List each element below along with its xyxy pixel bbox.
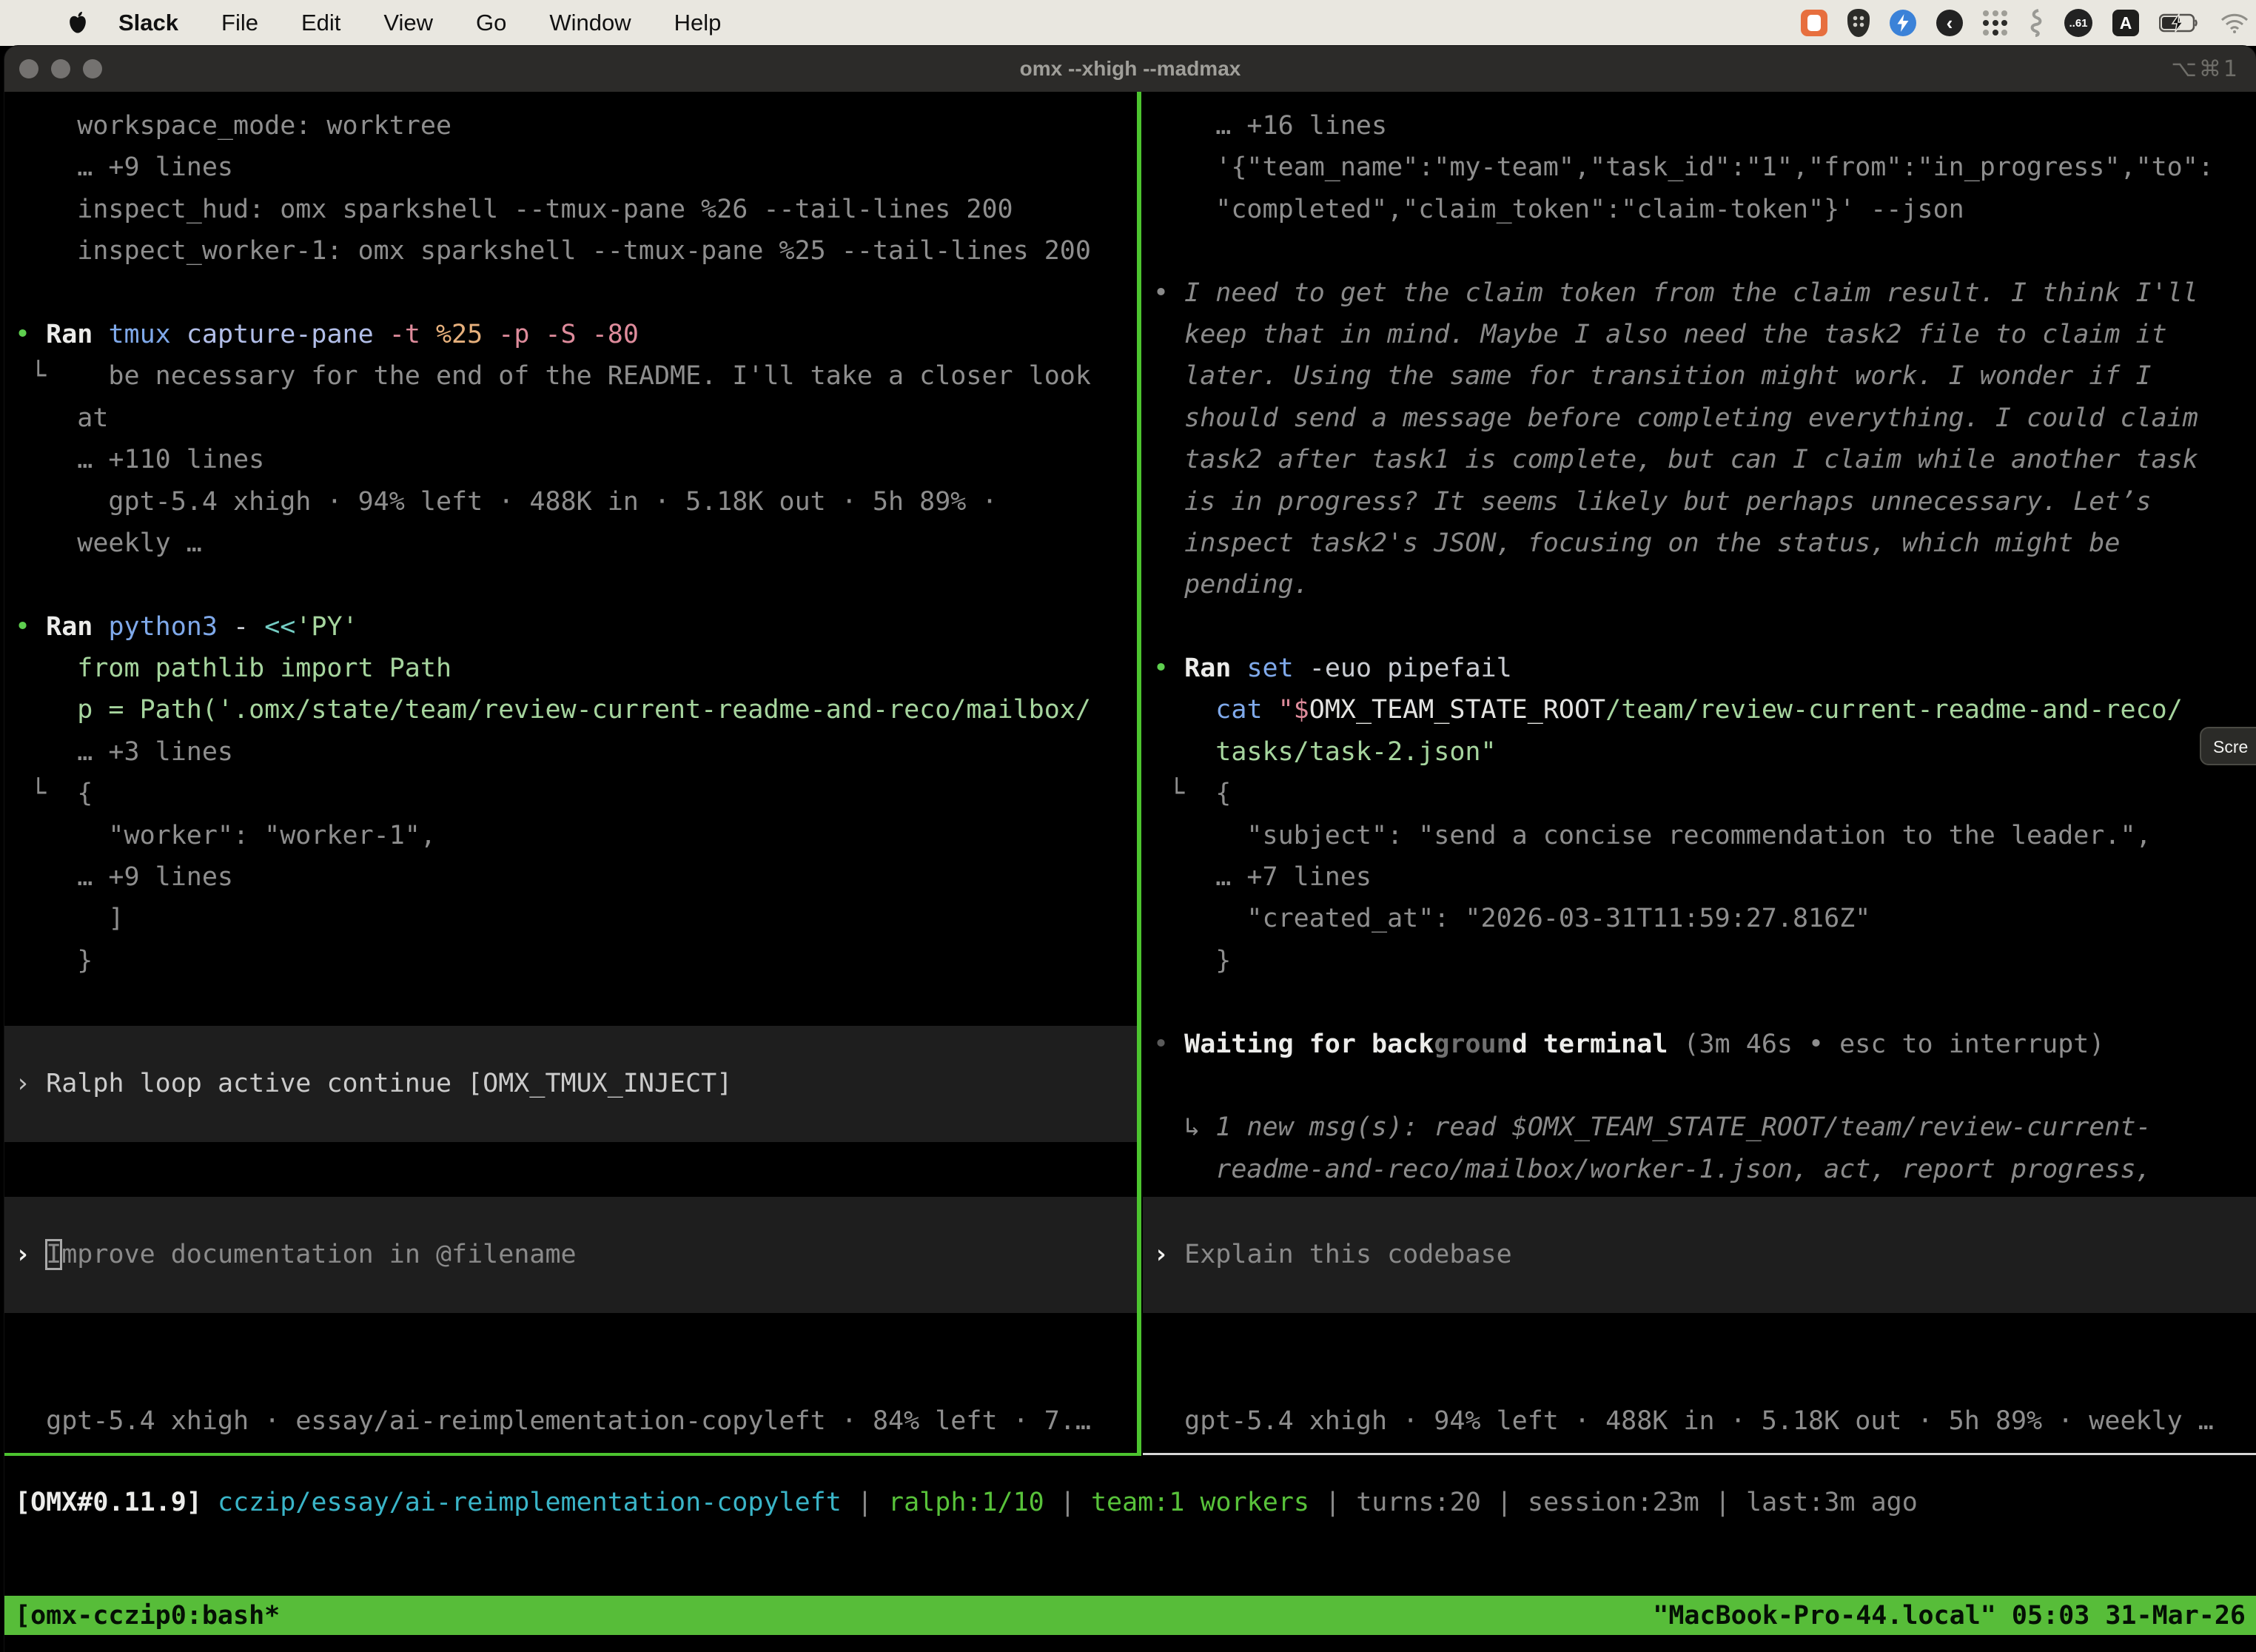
ralph-loop-banner: › Ralph loop active continue [OMX_TMUX_I… xyxy=(4,1026,1137,1142)
right-pane-output: … +16 lines '{"team_name":"my-team","tas… xyxy=(1143,105,2256,1274)
menu-go[interactable]: Go xyxy=(476,10,506,36)
timer-61-icon[interactable]: ..61 xyxy=(2064,9,2092,37)
input-source-a-icon[interactable]: A xyxy=(2112,10,2139,36)
menu-help[interactable]: Help xyxy=(674,10,722,36)
menu-edit[interactable]: Edit xyxy=(301,10,340,36)
screen-tooltip: Scre xyxy=(2200,727,2256,765)
hook-icon[interactable] xyxy=(2028,9,2044,37)
menu-window[interactable]: Window xyxy=(549,10,631,36)
menu-view[interactable]: View xyxy=(383,10,433,36)
right-pane: … +16 lines '{"team_name":"my-team","tas… xyxy=(1143,92,2256,1594)
terminal-window: omx --xhigh --madmax ⌥⌘1 workspace_mode:… xyxy=(4,46,2256,1652)
menu-items: File Edit View Go Window Help xyxy=(221,10,721,36)
left-pane: workspace_mode: worktree … +9 lines insp… xyxy=(4,92,1137,1594)
left-pane-output: workspace_mode: worktree … +9 lines insp… xyxy=(4,105,1137,981)
left-pane-bottom-border xyxy=(4,1453,1141,1456)
apple-icon[interactable] xyxy=(68,11,87,35)
window-shortcut-badge: ⌥⌘1 xyxy=(2171,56,2240,82)
right-session-status: gpt-5.4 xhigh · 94% left · 488K in · 5.1… xyxy=(1143,1400,2256,1442)
pane-divider[interactable] xyxy=(1137,92,1141,1455)
tmux-status-bar: [omx-cczip0:bash* "MacBook-Pro-44.local"… xyxy=(4,1596,2256,1635)
active-app-menu[interactable]: Slack xyxy=(118,10,178,36)
menu-file[interactable]: File xyxy=(221,10,258,36)
tmux-session-label: [omx-cczip0:bash* xyxy=(15,1601,280,1631)
tmux-host-time-label: "MacBook-Pro-44.local" 05:03 31-Mar-26 xyxy=(1653,1601,2246,1631)
status-icons: ‹ ..61 A xyxy=(1801,9,2249,37)
left-session-status: gpt-5.4 xhigh · essay/ai-reimplementatio… xyxy=(4,1400,1137,1442)
terminal-content: workspace_mode: worktree … +9 lines insp… xyxy=(4,92,2256,1652)
battery-charging-icon[interactable] xyxy=(2159,13,2200,33)
right-input-band[interactable]: › Explain this codebase xyxy=(1143,1197,2256,1313)
screen-recording-icon[interactable] xyxy=(1801,10,1827,36)
window-title: omx --xhigh --madmax xyxy=(4,57,2256,81)
notification-badge-icon[interactable] xyxy=(1890,10,1916,36)
omx-status-bar: [OMX#0.11.9] cczip/essay/ai-reimplementa… xyxy=(4,1482,2256,1523)
grid-dots-icon[interactable] xyxy=(1983,10,2008,36)
wifi-icon[interactable] xyxy=(2220,13,2249,33)
shield-icon[interactable] xyxy=(1847,9,1870,37)
back-circle-icon[interactable]: ‹ xyxy=(1936,10,1963,36)
left-input-band[interactable]: › Improve documentation in @filename xyxy=(4,1197,1137,1313)
menu-bar: Slack File Edit View Go Window Help ‹ ..61 A xyxy=(0,0,2256,46)
window-titlebar: omx --xhigh --madmax ⌥⌘1 xyxy=(4,46,2256,92)
